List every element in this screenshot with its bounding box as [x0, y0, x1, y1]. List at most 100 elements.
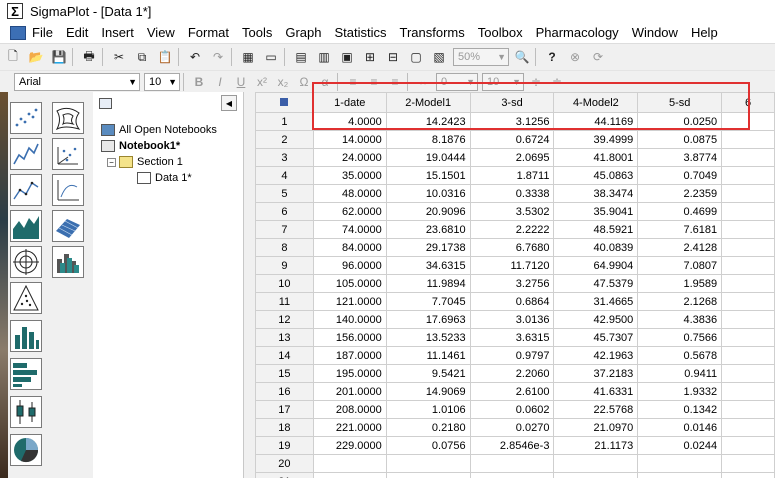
table-cell[interactable]: 0.1342 [637, 400, 723, 419]
equation-icon[interactable]: ▣ [337, 47, 357, 67]
row-header[interactable]: 17 [255, 400, 314, 419]
table-cell[interactable] [721, 238, 775, 257]
bold-icon[interactable]: B [190, 73, 208, 91]
table-cell[interactable]: 221.0000 [312, 418, 387, 437]
font-combo[interactable]: Arial ▼ [14, 72, 140, 91]
table-cell[interactable] [721, 274, 775, 293]
menu-insert[interactable]: Insert [101, 25, 134, 40]
zoom-icon[interactable]: 🔍 [512, 47, 532, 67]
table-cell[interactable]: 4.0000 [312, 112, 387, 131]
table-cell[interactable]: 0.0756 [385, 436, 471, 455]
column-header[interactable]: 4-Model2 [553, 92, 639, 113]
table-cell[interactable] [721, 166, 775, 185]
help-icon[interactable]: ? [542, 47, 562, 67]
table-cell[interactable]: 2.1268 [637, 292, 723, 311]
redo-icon[interactable]: ↷ [208, 47, 228, 67]
table-cell[interactable]: 187.0000 [312, 346, 387, 365]
table-cell[interactable]: 11.9894 [385, 274, 471, 293]
print-icon[interactable]: 🖶 [79, 47, 99, 67]
menu-edit[interactable]: Edit [66, 25, 88, 40]
table-cell[interactable]: 0.0270 [469, 418, 555, 437]
table-cell[interactable] [721, 418, 775, 437]
row-header[interactable]: 9 [255, 256, 314, 275]
table-cell[interactable] [553, 454, 639, 473]
menu-transforms[interactable]: Transforms [400, 25, 465, 40]
table-cell[interactable]: 38.3474 [553, 184, 639, 203]
table-cell[interactable]: 2.4128 [637, 238, 723, 257]
table-cell[interactable]: 1.9589 [637, 274, 723, 293]
row-header[interactable]: 14 [255, 346, 314, 365]
table-cell[interactable]: 19.0444 [385, 148, 471, 167]
table-cell[interactable]: 14.9069 [385, 382, 471, 401]
table-cell[interactable]: 0.0602 [469, 400, 555, 419]
table-cell[interactable]: 105.0000 [312, 274, 387, 293]
table-cell[interactable]: 195.0000 [312, 364, 387, 383]
table-cell[interactable]: 0.3338 [469, 184, 555, 203]
table-cell[interactable]: 42.9500 [553, 310, 639, 329]
ternary-plot-icon[interactable] [10, 282, 42, 314]
table-cell[interactable]: 48.5921 [553, 220, 639, 239]
transform-icon[interactable]: ⊟ [383, 47, 403, 67]
table-cell[interactable]: 3.1256 [469, 112, 555, 131]
table-cell[interactable]: 41.6331 [553, 382, 639, 401]
table-cell[interactable] [721, 346, 775, 365]
italic-icon[interactable]: I [211, 73, 229, 91]
menu-pharmacology[interactable]: Pharmacology [536, 25, 619, 40]
window-icon[interactable]: ▧ [429, 47, 449, 67]
table-cell[interactable] [721, 382, 775, 401]
table-cell[interactable]: 1.8711 [469, 166, 555, 185]
save-icon[interactable]: 💾 [49, 47, 69, 67]
menu-toolbox[interactable]: Toolbox [478, 25, 523, 40]
vertical-bar-icon[interactable] [10, 320, 42, 352]
table-cell[interactable]: 40.0839 [553, 238, 639, 257]
table-cell[interactable] [385, 472, 471, 478]
table-cell[interactable]: 0.6724 [469, 130, 555, 149]
table-cell[interactable]: 11.7120 [469, 256, 555, 275]
align-left-icon[interactable]: ≡ [344, 73, 362, 91]
row-header[interactable]: 7 [255, 220, 314, 239]
row-header[interactable]: 3 [255, 148, 314, 167]
undo-icon[interactable]: ↶ [185, 47, 205, 67]
tree-item-notebook[interactable]: Notebook1* [101, 140, 180, 152]
table-cell[interactable] [721, 400, 775, 419]
menu-file[interactable]: File [32, 25, 53, 40]
table-cell[interactable]: 31.4665 [553, 292, 639, 311]
column-header[interactable]: 3-sd [469, 92, 555, 113]
row-header[interactable]: 8 [255, 238, 314, 257]
menu-tools[interactable]: Tools [242, 25, 272, 40]
table-cell[interactable] [721, 364, 775, 383]
table-cell[interactable]: 3.5302 [469, 202, 555, 221]
table-cell[interactable]: 20.9096 [385, 202, 471, 221]
spacing-up-icon[interactable]: ≑ [527, 73, 545, 91]
table-cell[interactable]: 201.0000 [312, 382, 387, 401]
menu-format[interactable]: Format [188, 25, 229, 40]
row-header[interactable]: 10 [255, 274, 314, 293]
column-header[interactable]: 6 [721, 92, 775, 113]
worksheet-icon[interactable]: ▦ [238, 47, 258, 67]
table-cell[interactable]: 34.6315 [385, 256, 471, 275]
table-cell[interactable]: 2.2222 [469, 220, 555, 239]
3d-line-icon[interactable] [52, 174, 84, 206]
table-cell[interactable]: 2.8546e-3 [469, 436, 555, 455]
column-header[interactable]: 2-Model1 [385, 92, 471, 113]
align-center-icon[interactable]: ≡ [365, 73, 383, 91]
table-cell[interactable]: 0.9411 [637, 364, 723, 383]
table-cell[interactable]: 9.5421 [385, 364, 471, 383]
table-cell[interactable] [312, 472, 387, 478]
tree-item-data[interactable]: Data 1* [137, 172, 192, 184]
greek-icon[interactable]: α [316, 73, 334, 91]
paste-icon[interactable]: 📋 [155, 47, 175, 67]
notebook-icon[interactable]: ▢ [406, 47, 426, 67]
table-cell[interactable]: 0.7566 [637, 328, 723, 347]
align-right-icon[interactable]: ≡ [386, 73, 404, 91]
area-plot-icon[interactable] [10, 210, 42, 242]
stop-icon[interactable]: ⊗ [565, 47, 585, 67]
table-cell[interactable]: 3.2756 [469, 274, 555, 293]
row-header[interactable]: 5 [255, 184, 314, 203]
column-header[interactable]: 1-date [312, 92, 387, 113]
3d-bar-icon[interactable] [52, 246, 84, 278]
row-header[interactable]: 21 [255, 472, 314, 478]
table-cell[interactable] [637, 472, 723, 478]
row-header[interactable]: 12 [255, 310, 314, 329]
table-cell[interactable] [721, 148, 775, 167]
